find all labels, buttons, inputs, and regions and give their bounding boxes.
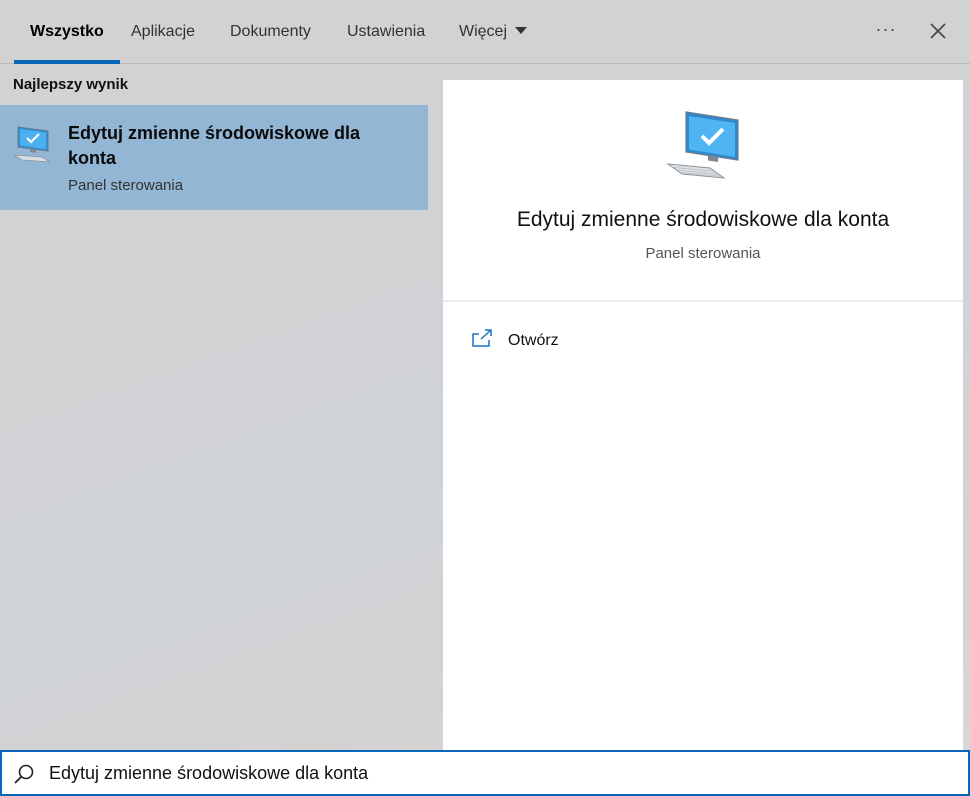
best-match-subtitle: Panel sterowania [68, 177, 184, 194]
tab-settings[interactable]: Ustawienia [331, 0, 441, 63]
preview-pane: Edytuj zmienne środowiskowe dla konta Pa… [443, 80, 963, 750]
tab-all[interactable]: Wszystko [14, 0, 120, 64]
preview-subtitle: Panel sterowania [645, 245, 761, 262]
open-action[interactable]: Otwórz [471, 324, 559, 352]
search-input[interactable] [49, 752, 929, 794]
tab-more[interactable]: Więcej [443, 0, 543, 63]
search-box[interactable] [0, 750, 970, 796]
open-external-icon [472, 329, 492, 347]
divider [443, 300, 963, 302]
search-filter-tabs: Wszystko Aplikacje Dokumenty Ustawienia … [0, 0, 970, 64]
close-button[interactable] [920, 13, 956, 49]
more-options-button[interactable]: ··· [866, 14, 906, 48]
best-match-result[interactable]: Edytuj zmienne środowiskowe dla konta Pa… [0, 105, 428, 210]
chevron-down-icon [515, 27, 528, 35]
preview-title: Edytuj zmienne środowiskowe dla konta [516, 208, 890, 231]
best-match-title: Edytuj zmienne środowiskowe dla konta [68, 123, 361, 168]
close-icon [930, 23, 946, 39]
computer-check-icon [13, 126, 51, 163]
tab-documents[interactable]: Dokumenty [214, 0, 327, 63]
search-icon [14, 764, 34, 784]
open-action-label: Otwórz [508, 332, 559, 349]
ellipsis-icon: ··· [875, 19, 897, 39]
computer-check-icon [666, 111, 739, 179]
tab-apps[interactable]: Aplikacje [115, 0, 211, 63]
best-match-heading: Najlepszy wynik [13, 76, 129, 93]
tab-more-label: Więcej [459, 23, 508, 40]
